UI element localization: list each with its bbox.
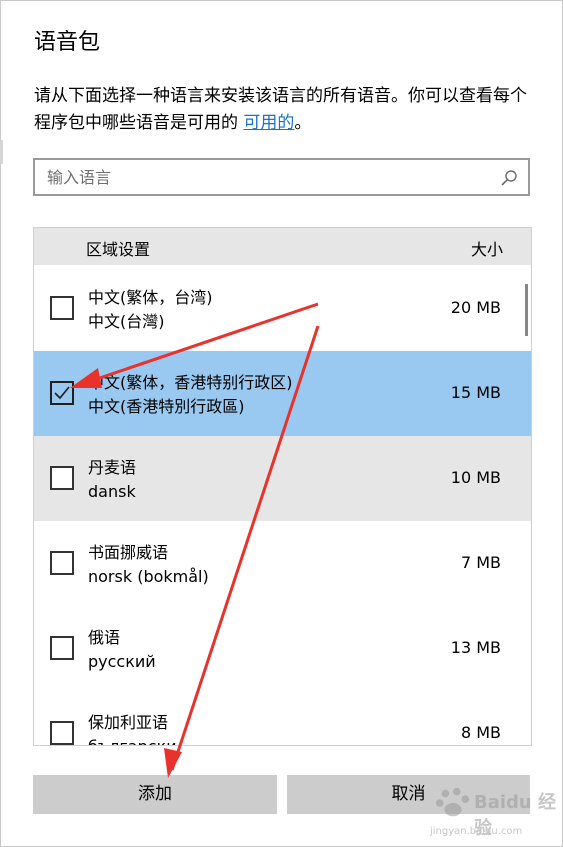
language-native-name: български xyxy=(88,735,177,745)
language-native-name: русский xyxy=(88,652,156,671)
list-item[interactable]: 书面挪威语 norsk (bokmål) 7 MB xyxy=(34,521,531,606)
list-scrollbar[interactable] xyxy=(525,284,528,336)
language-native-name: 中文(台灣) xyxy=(88,312,165,331)
checkbox[interactable] xyxy=(50,551,74,575)
header-region: 区域设置 xyxy=(86,240,151,259)
available-link[interactable]: 可用的 xyxy=(243,113,294,133)
watermark: Baidu 经验 jingyan.baidu.com xyxy=(430,782,558,842)
dialog-title: 语音包 xyxy=(34,30,101,55)
language-size: 13 MB xyxy=(450,638,501,657)
language-size: 20 MB xyxy=(450,298,501,317)
header-size: 大小 xyxy=(470,240,503,259)
dialog-description: 请从下面选择一种语言来安装该语言的所有语音。你可以查看每个程序包中哪些语音是可用… xyxy=(34,83,534,137)
search-box[interactable] xyxy=(33,158,530,196)
language-name: 保加利亚语 xyxy=(88,713,169,732)
language-name: 中文(繁体，台湾) xyxy=(88,288,213,307)
language-list[interactable]: 区域设置 大小 中文(繁体，台湾) 中文(台灣) 20 MB 中文(繁体，香港特… xyxy=(33,227,532,746)
language-native-name: dansk xyxy=(88,482,136,501)
language-name: 俄语 xyxy=(88,628,121,647)
checkmark-icon xyxy=(54,386,70,400)
language-native-name: norsk (bokmål) xyxy=(88,567,209,586)
language-size: 15 MB xyxy=(450,383,501,402)
list-item[interactable]: 俄语 русский 13 MB xyxy=(34,606,531,691)
language-size: 7 MB xyxy=(460,553,501,572)
list-item-selected[interactable]: 中文(繁体，香港特别行政区) 中文(香港特別行政區) 15 MB xyxy=(34,351,531,436)
language-native-name: 中文(香港特別行政區) xyxy=(88,397,245,416)
list-item[interactable]: 中文(繁体，台湾) 中文(台灣) 20 MB xyxy=(34,266,531,351)
description-end: 。 xyxy=(294,113,312,133)
search-input[interactable] xyxy=(47,160,487,194)
checkbox[interactable] xyxy=(50,721,74,745)
list-item[interactable]: 保加利亚语 български 8 MB xyxy=(34,691,531,745)
checkbox-checked[interactable] xyxy=(50,381,74,405)
search-icon[interactable] xyxy=(500,169,518,187)
language-size: 10 MB xyxy=(450,468,501,487)
checkbox[interactable] xyxy=(50,636,74,660)
language-name: 书面挪威语 xyxy=(88,543,169,562)
list-item-hover[interactable]: 丹麦语 dansk 10 MB xyxy=(34,436,531,521)
checkbox[interactable] xyxy=(50,296,74,320)
paw-logo-icon xyxy=(435,787,470,817)
add-button[interactable]: 添加 xyxy=(33,775,277,814)
checkbox[interactable] xyxy=(50,466,74,490)
language-name: 丹麦语 xyxy=(88,458,137,477)
watermark-url: jingyan.baidu.com xyxy=(430,826,523,837)
window-edge-mark xyxy=(0,140,3,164)
language-size: 8 MB xyxy=(460,723,501,742)
language-name: 中文(繁体，香港特别行政区) xyxy=(88,373,293,392)
list-header: 区域设置 大小 xyxy=(34,228,531,265)
